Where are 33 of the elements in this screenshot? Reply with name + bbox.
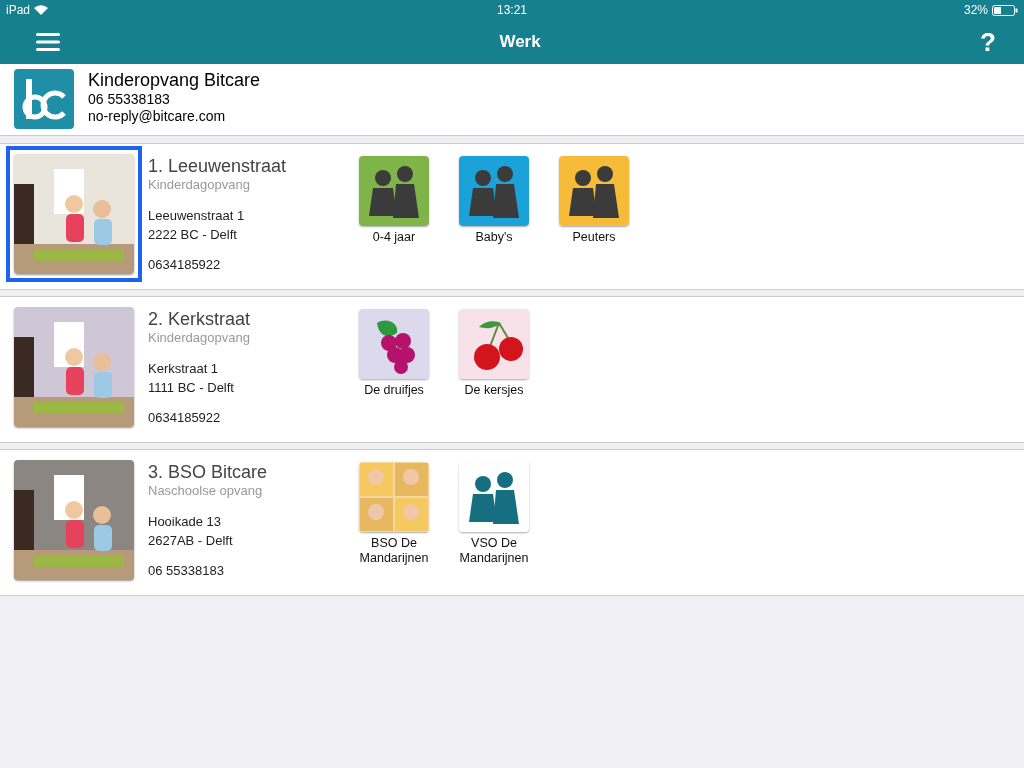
location-type: Kinderdagopvang — [148, 330, 251, 345]
location-photo-frame[interactable] — [6, 146, 142, 282]
battery-icon — [992, 4, 1018, 16]
baby-figures-icon — [569, 166, 619, 218]
help-button[interactable]: ? — [976, 26, 1000, 58]
baby-figures-icon — [369, 166, 419, 218]
grapes-icon — [377, 320, 415, 374]
device-name: iPad — [6, 3, 31, 17]
battery-percent: 32% — [963, 3, 988, 17]
location-street: Kerkstraat 1 — [148, 360, 220, 378]
cherries-icon — [474, 321, 523, 370]
organization-email: no-reply@bitcare.com — [88, 108, 227, 125]
location-phone: 0634185922 — [148, 409, 222, 427]
baby-figures-icon — [469, 166, 519, 218]
location-type: Kinderdagopvang — [148, 177, 251, 192]
location-name: 3. BSO Bitcare — [148, 462, 269, 483]
location-name: 1. Leeuwenstraat — [148, 156, 288, 177]
organization-phone: 06 55338183 — [88, 91, 171, 108]
location-name: 2. Kerkstraat — [148, 309, 252, 330]
organization-name: Kinderopvang Bitcare — [88, 69, 261, 91]
location-city: 1111 BC - Delft — [148, 379, 235, 397]
location-phone: 06 55338183 — [148, 562, 225, 580]
wifi-icon — [34, 5, 49, 15]
clock: 13:21 — [497, 3, 527, 17]
location-city: 2627AB - Delft — [148, 532, 234, 550]
location-phone: 0634185922 — [148, 256, 222, 274]
location-street: Hooikade 13 — [148, 513, 222, 531]
location-street: Leeuwenstraat 1 — [148, 207, 246, 225]
baby-figures-icon — [469, 472, 519, 524]
location-type: Naschoolse opvang — [148, 483, 264, 498]
location-city: 2222 BC - Delft — [148, 226, 238, 244]
screen-title: Werk — [499, 32, 541, 52]
logo-icon — [14, 69, 74, 129]
